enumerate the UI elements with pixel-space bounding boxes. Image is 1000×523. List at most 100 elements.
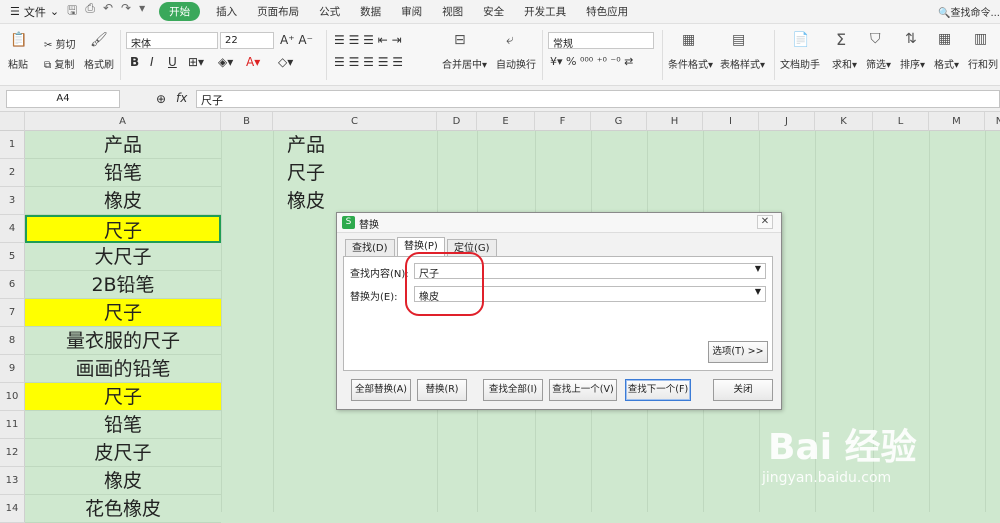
row-header[interactable]: 2 — [0, 159, 25, 187]
cell-a5[interactable]: 大尺子 — [25, 243, 221, 271]
row-header[interactable]: 13 — [0, 467, 25, 495]
row-header[interactable]: 14 — [0, 495, 25, 523]
column-header-h[interactable]: H — [647, 112, 703, 131]
cell-c1[interactable]: 产品 — [273, 131, 333, 159]
cell-a14[interactable]: 花色橡皮 — [25, 495, 221, 523]
cell-c2[interactable]: 尺子 — [273, 159, 333, 187]
column-header-m[interactable]: M — [929, 112, 985, 131]
column-header-c[interactable]: C — [273, 112, 437, 131]
italic-button[interactable]: I — [150, 55, 154, 69]
column-header-n[interactable]: N — [985, 112, 1000, 131]
cell-a11[interactable]: 铅笔 — [25, 411, 221, 439]
underline-button[interactable]: U — [168, 55, 177, 69]
column-header-i[interactable]: I — [703, 112, 759, 131]
function-icon[interactable]: fx — [176, 91, 187, 105]
row-header[interactable]: 12 — [0, 439, 25, 467]
merge-button[interactable]: 合并居中▾ — [442, 56, 487, 71]
dropdown-icon[interactable]: ▾ — [139, 1, 145, 22]
chevron-down-icon[interactable]: ▼ — [755, 264, 761, 273]
align-horizontal-icons[interactable]: ☰ ☰ ☰ ☰ ☰ — [334, 55, 403, 69]
column-header-g[interactable]: G — [591, 112, 647, 131]
cell-a8[interactable]: 量衣服的尺子 — [25, 327, 221, 355]
column-header-l[interactable]: L — [873, 112, 929, 131]
sort-button[interactable]: 排序▾ — [900, 56, 925, 71]
cut-button[interactable]: ✂ 剪切 — [44, 36, 76, 51]
tab-security[interactable]: 安全 — [473, 4, 514, 19]
replace-input[interactable]: 橡皮 ▼ — [414, 286, 766, 303]
formula-input[interactable]: 尺子 — [196, 90, 1000, 108]
font-color-icon[interactable]: A▾ — [246, 55, 260, 69]
row-header[interactable]: 3 — [0, 187, 25, 215]
column-header-f[interactable]: F — [535, 112, 591, 131]
format-painter-button[interactable]: 格式刷 — [84, 56, 114, 71]
find-next-button[interactable]: 查找下一个(F) — [625, 379, 691, 401]
command-search[interactable]: 🔍查找命令... — [938, 4, 1000, 19]
table-style-button[interactable]: 表格样式▾ — [720, 56, 765, 71]
find-all-button[interactable]: 查找全部(I) — [483, 379, 543, 401]
cell-a1[interactable]: 产品 — [25, 131, 221, 159]
options-button[interactable]: 选项(T) >> — [708, 341, 768, 363]
cell-a7[interactable]: 尺子 — [25, 299, 221, 327]
zoom-icon[interactable]: ⊕ — [156, 92, 166, 106]
sum-button[interactable]: 求和▾ — [832, 56, 857, 71]
cell-a6[interactable]: 2B铅笔 — [25, 271, 221, 299]
align-top-icons[interactable]: ☰ ☰ ☰ ⇤ ⇥ — [334, 33, 402, 47]
tab-review[interactable]: 审阅 — [391, 4, 432, 19]
row-header[interactable]: 6 — [0, 271, 25, 299]
column-header-b[interactable]: B — [221, 112, 273, 131]
close-icon[interactable]: ✕ — [757, 215, 773, 229]
cell-a13[interactable]: 橡皮 — [25, 467, 221, 495]
row-header[interactable]: 9 — [0, 355, 25, 383]
border-icon[interactable]: ⊞▾ — [188, 55, 204, 69]
row-header[interactable]: 8 — [0, 327, 25, 355]
cell-a4[interactable]: 尺子 — [25, 215, 221, 243]
replace-all-button[interactable]: 全部替换(A) — [351, 379, 411, 401]
row-header[interactable]: 4 — [0, 215, 25, 243]
cell-a10[interactable]: 尺子 — [25, 383, 221, 411]
chevron-down-icon[interactable]: ▼ — [755, 287, 761, 296]
tab-developer[interactable]: 开发工具 — [514, 4, 576, 19]
cell-a12[interactable]: 皮尺子 — [25, 439, 221, 467]
undo-icon[interactable]: ↶ — [103, 1, 113, 22]
copy-button[interactable]: ⧉ 复制 — [44, 56, 74, 71]
bold-button[interactable]: B — [130, 55, 139, 69]
tab-view[interactable]: 视图 — [432, 4, 473, 19]
filter-button[interactable]: 筛选▾ — [866, 56, 891, 71]
file-menu[interactable]: ☰ 文件 ⌄ — [0, 4, 59, 20]
doc-helper-button[interactable]: 文档助手 — [780, 56, 820, 71]
row-header[interactable]: 11 — [0, 411, 25, 439]
wrap-button[interactable]: 自动换行 — [496, 56, 536, 71]
name-box[interactable]: A4 — [6, 90, 120, 108]
tab-formulas[interactable]: 公式 — [309, 4, 350, 19]
tab-find[interactable]: 查找(D) — [345, 239, 395, 257]
close-button[interactable]: 关闭 — [713, 379, 773, 401]
clear-icon[interactable]: ◇▾ — [278, 55, 293, 69]
find-previous-button[interactable]: 查找上一个(V) — [549, 379, 617, 401]
fill-color-icon[interactable]: ◈▾ — [218, 55, 233, 69]
cell-a3[interactable]: 橡皮 — [25, 187, 221, 215]
number-format-icons[interactable]: ¥▾ % ⁰⁰⁰ ⁺⁰ ⁻⁰ ⇄ — [550, 55, 633, 68]
replace-button[interactable]: 替换(R) — [417, 379, 467, 401]
save-icon[interactable]: 🖫 — [67, 1, 77, 22]
tab-page-layout[interactable]: 页面布局 — [247, 4, 309, 19]
format-button[interactable]: 格式▾ — [934, 56, 959, 71]
conditional-format-button[interactable]: 条件格式▾ — [668, 56, 713, 71]
tab-goto[interactable]: 定位(G) — [447, 239, 497, 257]
increase-font-icon[interactable]: A⁺ A⁻ — [280, 33, 313, 47]
find-input[interactable]: 尺子 ▼ — [414, 263, 766, 280]
column-header-d[interactable]: D — [437, 112, 477, 131]
row-header[interactable]: 1 — [0, 131, 25, 159]
font-select[interactable]: 宋体 — [126, 32, 218, 50]
redo-icon[interactable]: ↷ — [121, 1, 131, 22]
paste-button[interactable]: 粘贴 — [8, 56, 28, 71]
select-all-corner[interactable] — [0, 112, 25, 131]
column-header-j[interactable]: J — [759, 112, 815, 131]
column-header-a[interactable]: A — [25, 112, 221, 131]
cell-c3[interactable]: 橡皮 — [273, 187, 333, 215]
cell-a2[interactable]: 铅笔 — [25, 159, 221, 187]
column-header-k[interactable]: K — [815, 112, 873, 131]
print-icon[interactable]: ⎙ — [85, 1, 95, 22]
rows-cols-button[interactable]: 行和列 — [968, 56, 998, 71]
column-header-e[interactable]: E — [477, 112, 535, 131]
row-header[interactable]: 7 — [0, 299, 25, 327]
